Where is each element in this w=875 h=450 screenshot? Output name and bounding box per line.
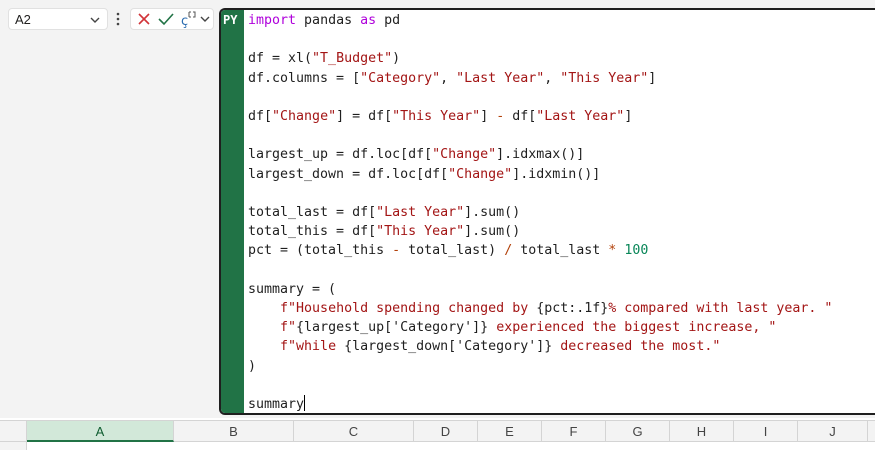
code-token: -	[392, 243, 401, 259]
code-token: % compared with last year. "	[608, 301, 833, 316]
check-icon[interactable]	[157, 9, 175, 29]
chevron-down-icon[interactable]	[199, 9, 211, 29]
code-token: ,	[440, 70, 457, 86]
python-code-editor[interactable]: PY import pandas as pd df = xl("T_Budget"…	[219, 8, 875, 415]
code-token: ].sum()	[464, 224, 521, 240]
code-token: total_last)	[400, 243, 505, 259]
row-1	[0, 442, 875, 450]
code-token: f"	[280, 320, 297, 336]
code-token: )	[392, 51, 401, 67]
code-token: {largest_up['Category']}	[296, 320, 489, 336]
code-token: "T_Budget"	[312, 51, 393, 67]
row-header-1[interactable]	[0, 442, 27, 450]
code-token: )	[248, 358, 257, 374]
code-token: total_this = df[	[248, 224, 377, 240]
code-token: ].idxmax()]	[496, 147, 585, 163]
column-header-f[interactable]: F	[542, 421, 606, 442]
code-token: import	[248, 13, 297, 28]
code-line: )	[248, 357, 256, 376]
code-token: "Last Year"	[456, 70, 545, 86]
text-caret	[304, 395, 306, 411]
code-line: f"Household spending changed by {pct:.1f…	[248, 299, 832, 318]
column-header-g[interactable]: G	[606, 421, 670, 442]
code-token: "Change"	[448, 166, 513, 182]
python-mode-icon[interactable]: ç	[180, 9, 196, 29]
vertical-dots-icon[interactable]	[115, 11, 121, 32]
column-header-j[interactable]: J	[798, 421, 868, 442]
code-token: ].idxmin()]	[512, 166, 601, 182]
code-token: "This Year"	[560, 70, 649, 86]
code-token: pct = (total_this	[248, 243, 393, 259]
svg-text:ç: ç	[181, 14, 188, 29]
column-header-h[interactable]: H	[670, 421, 734, 442]
name-box[interactable]: A2	[8, 8, 108, 30]
code-line: summary = (	[248, 280, 336, 299]
code-token: df[	[248, 109, 273, 124]
formula-actions: ç	[130, 8, 214, 30]
code-token: "This Year"	[376, 224, 465, 240]
code-token: as	[360, 13, 377, 28]
code-token: "Change"	[272, 109, 337, 124]
code-token: df.columns = [	[248, 70, 361, 86]
select-all-corner[interactable]	[0, 421, 27, 442]
code-token: {largest_down['Category']}	[344, 339, 553, 355]
code-token: largest_down = df.loc[df[	[248, 166, 449, 182]
code-token: "Change"	[432, 147, 497, 163]
code-token: summary	[248, 397, 305, 412]
code-token: total_last = df[	[248, 205, 377, 220]
code-token: pandas	[296, 13, 361, 28]
code-line: total_this = df["This Year"].sum()	[248, 222, 520, 241]
column-header-a[interactable]: A	[27, 421, 174, 442]
code-line: summary	[248, 395, 306, 413]
code-line: largest_up = df.loc[df["Change"].idxmax(…	[248, 145, 584, 164]
column-header-e[interactable]: E	[478, 421, 542, 442]
code-line: f"while {largest_down['Category']} decre…	[248, 337, 720, 356]
code-token: ]	[480, 109, 497, 124]
code-token: decreased the most."	[552, 339, 721, 355]
code-token: experienced the biggest increase, "	[488, 320, 777, 336]
code-token: largest_up = df.loc[df[	[248, 147, 433, 163]
python-badge: PY	[223, 13, 238, 27]
chevron-down-icon[interactable]	[89, 13, 101, 31]
code-line: pct = (total_this - total_last) / total_…	[248, 241, 648, 260]
code-token: "Category"	[360, 70, 441, 86]
column-header-c[interactable]: C	[294, 421, 414, 442]
code-token: ]	[624, 109, 633, 124]
code-token: ,	[544, 70, 561, 86]
code-token: df = xl(	[248, 51, 313, 67]
code-line: largest_down = df.loc[df["Change"].idxmi…	[248, 165, 600, 184]
code-token: "Last Year"	[536, 109, 625, 124]
column-header-d[interactable]: D	[414, 421, 478, 442]
code-line: df = xl("T_Budget")	[248, 49, 400, 68]
code-token: df[	[504, 109, 537, 124]
python-gutter: PY	[221, 10, 244, 413]
code-line: f"{largest_up['Category']} experienced t…	[248, 318, 776, 337]
x-icon[interactable]	[136, 9, 152, 29]
code-token: ] = df[	[336, 109, 393, 124]
code-line: df["Change"] = df["This Year"] - df["Las…	[248, 107, 632, 126]
code-token: 100	[624, 243, 649, 259]
code-token: ]	[648, 70, 657, 86]
code-token: {pct:.1f}	[536, 301, 609, 316]
code-token: pd	[376, 13, 401, 28]
code-token: "Last Year"	[376, 205, 465, 220]
column-header-b[interactable]: B	[174, 421, 294, 442]
code-token: f"while	[280, 339, 345, 355]
code-token: f"Household spending changed by	[280, 301, 537, 316]
code-line: total_last = df["Last Year"].sum()	[248, 203, 520, 222]
code-token: total_last	[512, 243, 609, 259]
code-line: df.columns = ["Category", "Last Year", "…	[248, 69, 656, 88]
code-line: import pandas as pd	[248, 11, 400, 30]
code-token: "This Year"	[392, 109, 481, 124]
code-token: summary = (	[248, 281, 337, 297]
name-box-value: A2	[15, 12, 31, 27]
column-header-row: ABCDEFGHIJ	[0, 420, 875, 442]
code-token: ].sum()	[464, 205, 521, 220]
column-header-i[interactable]: I	[734, 421, 798, 442]
